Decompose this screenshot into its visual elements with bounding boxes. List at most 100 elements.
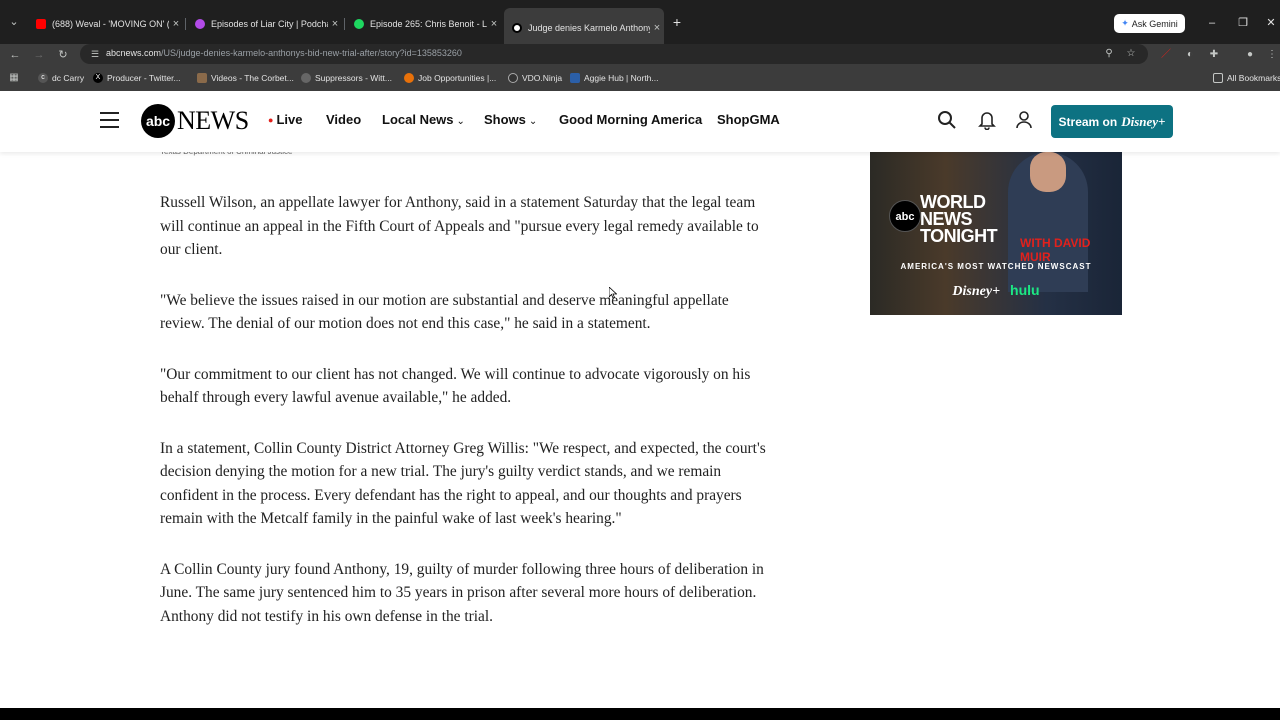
bookmark-label: Videos - The Corbet... — [211, 73, 294, 83]
disney-plus-logo: Disney+ — [1121, 113, 1166, 129]
chevron-down-icon: ⌄ — [456, 116, 465, 127]
url-path: /US/judge-denies-karmelo-anthonys-bid-ne… — [161, 48, 462, 58]
podchaser-icon — [195, 19, 205, 29]
article-paragraph: "Our commitment to our client has not ch… — [160, 365, 751, 407]
zoom-icon[interactable]: ⚲ — [1102, 47, 1116, 61]
all-bookmarks[interactable]: All Bookmarks — [1213, 71, 1280, 85]
ad-title-line: TONIGHT — [920, 226, 998, 246]
browser-toolbar: ← → ↻ ☰ abcnews.com/US/judge-denies-karm… — [0, 44, 1280, 66]
close-tab-icon[interactable]: × — [650, 22, 664, 34]
nav-shopgma-label: ShopGMA — [717, 112, 780, 127]
browser-tab[interactable]: Episode 265: Chris Benoit - Last × — [346, 12, 501, 36]
bookmark-item[interactable]: Aggie Hub | North... — [570, 71, 659, 85]
nav-live[interactable]: ● Live — [268, 112, 302, 127]
site-header: abc NEWS ● Live Video Local News ⌄ Shows ⌄ … — [0, 91, 1280, 152]
close-tab-icon[interactable]: × — [487, 18, 501, 30]
bookmark-label: Aggie Hub | North... — [584, 73, 659, 83]
news-wordmark: NEWS — [177, 106, 249, 135]
pen-extension-icon[interactable]: ／ — [1158, 47, 1174, 63]
bookmark-item[interactable]: Suppressors - Witt... — [301, 71, 392, 85]
extensions-puzzle-icon[interactable]: ✚ — [1206, 47, 1222, 63]
gemini-sparkle-icon: ✦ — [1121, 18, 1129, 28]
ad-title: WORLD NEWS TONIGHT — [920, 193, 998, 246]
hamburger-menu-icon[interactable] — [100, 112, 119, 130]
nav-shopgma[interactable]: ShopGMA — [717, 112, 780, 127]
close-tab-icon[interactable]: × — [169, 18, 183, 30]
url-text[interactable]: abcnews.com/US/judge-denies-karmelo-anth… — [106, 48, 462, 58]
search-icon[interactable] — [936, 110, 958, 132]
bookmark-label: Producer - Twitter... — [107, 73, 181, 83]
address-bar[interactable]: ☰ abcnews.com/US/judge-denies-karmelo-an… — [80, 44, 1148, 64]
article-paragraph: A Collin County jury found Anthony, 19, … — [160, 560, 764, 625]
profile-avatar-icon[interactable]: ● — [1242, 47, 1258, 63]
article-paragraph: "We believe the issues raised in our mot… — [160, 291, 729, 333]
folder-icon — [1213, 73, 1223, 83]
bookmarks-bar: ▦ c dc Carry X Producer - Twitter... Video… — [0, 66, 1280, 91]
close-window-icon[interactable]: ✕ — [1264, 16, 1278, 30]
apps-grid-icon[interactable]: ▦ — [8, 72, 20, 84]
ad-brands: Disney+ hulu — [870, 282, 1122, 300]
notification-bell-icon[interactable] — [976, 110, 998, 132]
minimize-icon[interactable]: – — [1205, 16, 1219, 30]
close-tab-icon[interactable]: × — [328, 18, 342, 30]
abc-news-logo[interactable]: abc NEWS — [141, 104, 249, 138]
browser-menu-icon[interactable]: ⋮ — [1264, 47, 1280, 63]
web-page: abc NEWS ● Live Video Local News ⌄ Shows ⌄ … — [0, 91, 1280, 708]
all-bookmarks-label: All Bookmarks — [1227, 73, 1280, 83]
bookmark-star-icon[interactable]: ☆ — [1124, 47, 1138, 61]
tab-title: Episode 265: Chris Benoit - Last — [370, 19, 487, 29]
bookmark-label: Suppressors - Witt... — [315, 73, 392, 83]
bookmark-label: VDO.Ninja — [522, 73, 563, 83]
nav-local-news-label: Local News — [382, 112, 454, 127]
bookmark-favicon-icon — [404, 73, 414, 83]
stream-on-disney-button[interactable]: Stream on Disney+ — [1051, 105, 1173, 138]
bookmark-favicon-icon — [508, 73, 518, 83]
bookmark-item[interactable]: VDO.Ninja — [508, 71, 562, 85]
bookmark-favicon-icon — [197, 73, 207, 83]
spotify-icon — [354, 19, 364, 29]
tab-search-icon[interactable]: ⌄ — [6, 14, 22, 30]
nav-video[interactable]: Video — [326, 112, 361, 127]
ad-tagline: AMERICA'S MOST WATCHED NEWSCAST — [900, 262, 1092, 271]
browser-tab-active[interactable]: Judge denies Karmelo Anthony × — [504, 8, 664, 44]
bookmark-item[interactable]: Job Opportunities |... — [404, 71, 496, 85]
bookmark-item[interactable]: X Producer - Twitter... — [93, 71, 181, 85]
tab-title: (688) Weval - 'MOVING ON' (O — [52, 19, 169, 29]
bookmark-item[interactable]: Videos - The Corbet... — [197, 71, 294, 85]
bookmark-label: Job Opportunities |... — [418, 73, 497, 83]
ad-abc-logo: abc — [889, 200, 921, 232]
toggle-extension-icon[interactable]: ◐ — [1182, 47, 1198, 63]
nav-shows[interactable]: Shows ⌄ — [484, 112, 537, 127]
youtube-icon — [36, 19, 46, 29]
browser-tab-bar: ⌄ (688) Weval - 'MOVING ON' (O × Episode… — [0, 0, 1280, 44]
reload-icon[interactable]: ↻ — [55, 47, 71, 63]
nav-good-morning-america[interactable]: Good Morning America — [559, 112, 702, 127]
user-account-icon[interactable] — [1013, 110, 1035, 132]
nav-video-label: Video — [326, 112, 362, 127]
nav-local-news[interactable]: Local News ⌄ — [382, 112, 465, 127]
tab-separator — [185, 18, 186, 30]
bookmark-item[interactable]: c dc Carry — [38, 71, 84, 85]
live-dot-icon: ● — [268, 115, 274, 125]
site-info-icon[interactable]: ☰ — [88, 47, 102, 61]
stream-label: Stream on — [1058, 114, 1118, 129]
hulu-brand: hulu — [1010, 282, 1040, 298]
browser-tab[interactable]: Episodes of Liar City | Podchase × — [187, 12, 342, 36]
ask-gemini-button[interactable]: ✦ Ask Gemini — [1114, 14, 1185, 33]
nav-shows-label: Shows — [484, 112, 526, 127]
new-tab-icon[interactable]: + — [669, 14, 685, 30]
ad-anchor-name: WITH DAVID MUIR — [1020, 236, 1091, 264]
browser-tab[interactable]: (688) Weval - 'MOVING ON' (O × — [28, 12, 183, 36]
restore-icon[interactable]: ❐ — [1236, 16, 1250, 30]
tab-separator — [344, 18, 345, 30]
nav-gma-label: Good Morning America — [559, 112, 703, 127]
forward-arrow-icon[interactable]: → — [31, 47, 47, 63]
back-arrow-icon[interactable]: ← — [7, 47, 23, 63]
chevron-down-icon: ⌄ — [528, 116, 538, 127]
world-news-tonight-ad[interactable]: abc WORLD NEWS TONIGHT WITH DAVID MUIR A… — [870, 152, 1122, 315]
tab-title: Episodes of Liar City | Podchase — [211, 19, 328, 29]
article-body: Russell Wilson, an appellate lawyer for … — [160, 191, 770, 655]
bookmark-favicon-icon: c — [38, 73, 48, 83]
bookmark-label: dc Carry — [52, 73, 85, 83]
bookmark-favicon-icon — [570, 73, 580, 83]
